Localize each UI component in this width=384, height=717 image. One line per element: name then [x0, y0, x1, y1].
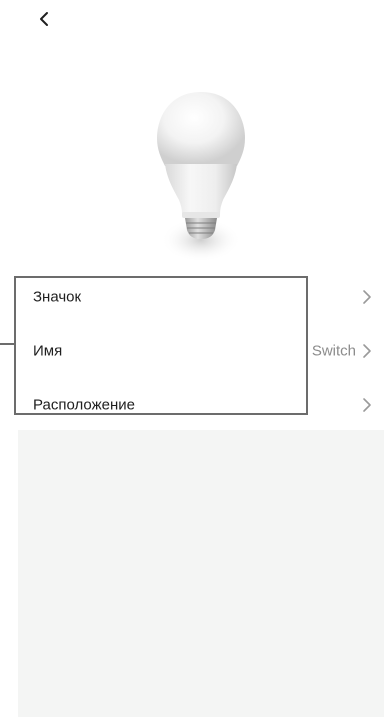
- back-button[interactable]: [30, 6, 62, 34]
- row-label: Значок: [33, 288, 82, 306]
- device-image: [143, 88, 259, 266]
- light-bulb-icon: [143, 92, 259, 270]
- row-label: Имя: [33, 342, 63, 360]
- chevron-left-icon: [30, 6, 62, 34]
- bottom-panel: [18, 430, 384, 717]
- settings-row-name[interactable]: Имя Switch: [0, 324, 384, 378]
- chevron-right-icon: [362, 397, 372, 413]
- settings-list: Значок Имя Switch Расположение: [0, 270, 384, 432]
- settings-row-icon[interactable]: Значок: [0, 270, 384, 324]
- settings-row-location[interactable]: Расположение: [0, 378, 384, 432]
- row-value: Switch: [311, 342, 356, 360]
- chevron-right-icon: [362, 289, 372, 305]
- chevron-right-icon: [362, 343, 372, 359]
- row-label: Расположение: [33, 396, 135, 414]
